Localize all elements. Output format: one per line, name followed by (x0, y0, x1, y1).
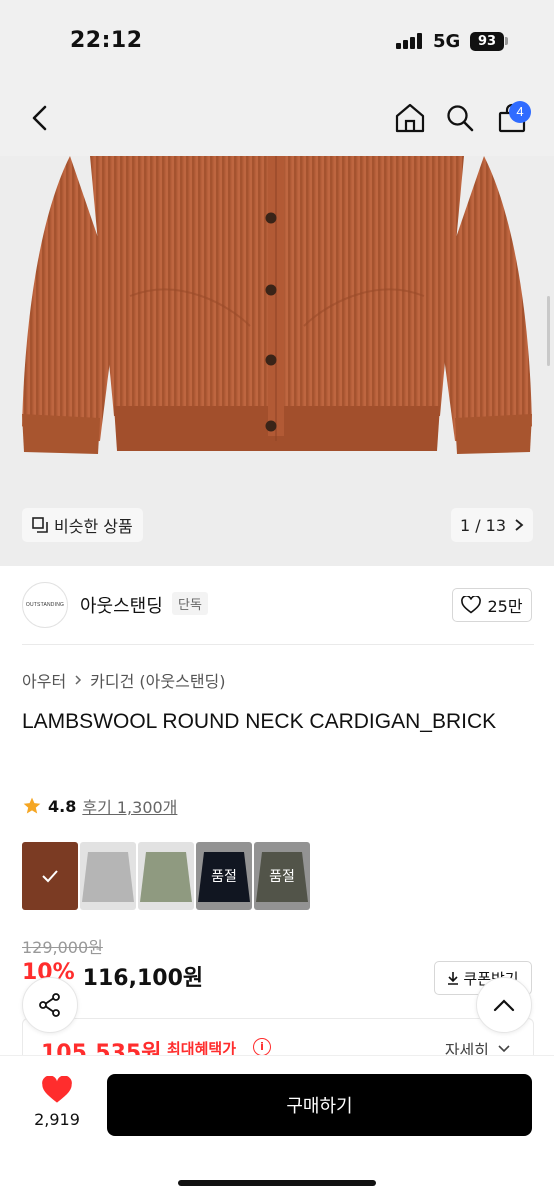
download-arrow-icon (448, 972, 459, 985)
breadcrumb: 아우터 카디건 (아웃스탠딩) (22, 668, 226, 692)
rating-row: 4.8 후기 1,300개 (22, 794, 177, 818)
heart-outline-icon (461, 596, 482, 614)
image-page-indicator[interactable]: 1 / 13 (451, 508, 533, 542)
swatch-sage[interactable] (138, 842, 194, 910)
signal-icon (396, 33, 422, 49)
home-indicator (178, 1180, 376, 1186)
chevron-down-icon (498, 1045, 510, 1053)
info-icon[interactable]: i (253, 1038, 271, 1056)
page-indicator-text: 1 / 13 (459, 515, 507, 535)
share-icon (39, 993, 60, 1017)
scrollbar[interactable] (547, 296, 550, 366)
checkmark-icon (42, 870, 58, 883)
chevron-right-icon (515, 519, 524, 531)
buy-button[interactable]: 구매하기 (107, 1074, 532, 1136)
status-time: 22:12 (70, 28, 143, 53)
cardigan-image (22, 156, 532, 454)
wishlist-button[interactable]: 2,919 (22, 1075, 92, 1129)
exclusive-badge: 단독 (172, 592, 208, 615)
sage-cardigan-thumb (140, 852, 192, 902)
brand-logo[interactable]: OUTSTANDING (22, 582, 68, 628)
product-title: LAMBSWOOL ROUND NECK CARDIGAN_BRICK (22, 710, 497, 733)
star-icon (23, 797, 41, 814)
breadcrumb-item-cardigan[interactable]: 카디건 (아웃스탠딩) (90, 668, 225, 692)
breadcrumb-item-outer[interactable]: 아우터 (22, 668, 66, 692)
selected-check (22, 842, 78, 910)
similar-products-button[interactable]: 비슷한 상품 (22, 508, 143, 542)
back-button[interactable] (20, 98, 60, 138)
battery-icon: 93 (470, 32, 504, 51)
swatch-olive-grey[interactable]: 품절 (254, 842, 310, 910)
home-icon (395, 103, 425, 133)
original-price: 129,000원 (22, 938, 103, 957)
search-icon (447, 105, 474, 132)
chevron-right-icon (75, 675, 82, 685)
swatch-brick[interactable] (22, 842, 78, 910)
grey-cardigan-thumb (82, 852, 134, 902)
wishlist-count: 2,919 (34, 1110, 80, 1129)
chevron-left-icon (32, 105, 47, 131)
sold-out-label: 품절 (254, 842, 310, 910)
sold-out-label: 품절 (196, 842, 252, 910)
battery-tip (505, 37, 508, 45)
brand-row: OUTSTANDING 아웃스탠딩 단독 25만 (22, 578, 534, 634)
search-button[interactable] (440, 98, 480, 138)
top-nav (0, 84, 554, 156)
scroll-top-button[interactable] (476, 977, 532, 1033)
heart-filled-icon (42, 1075, 72, 1103)
brand-like-count: 25만 (487, 597, 523, 616)
share-button[interactable] (22, 977, 78, 1033)
color-swatches: 품절 품절 (22, 842, 312, 910)
status-bar: 22:12 5G 93 (0, 0, 554, 84)
swatch-grey[interactable] (80, 842, 136, 910)
cart-count-badge: 4 (509, 101, 531, 123)
review-count-link[interactable]: 후기 1,300개 (82, 794, 177, 818)
copy-icon (32, 517, 48, 533)
chevron-up-icon (493, 999, 515, 1012)
brand-name[interactable]: 아웃스탠딩 (80, 592, 163, 618)
brand-like-button[interactable]: 25만 (452, 588, 532, 622)
network-label: 5G (433, 31, 461, 52)
home-button[interactable] (390, 98, 430, 138)
rating-value: 4.8 (48, 796, 77, 816)
sale-price: 116,100원 (82, 966, 204, 991)
divider (22, 644, 534, 645)
product-image[interactable] (0, 156, 554, 566)
similar-products-label: 비슷한 상품 (54, 517, 133, 536)
bottom-action-bar: 2,919 구매하기 (0, 1055, 554, 1200)
swatch-navy[interactable]: 품절 (196, 842, 252, 910)
